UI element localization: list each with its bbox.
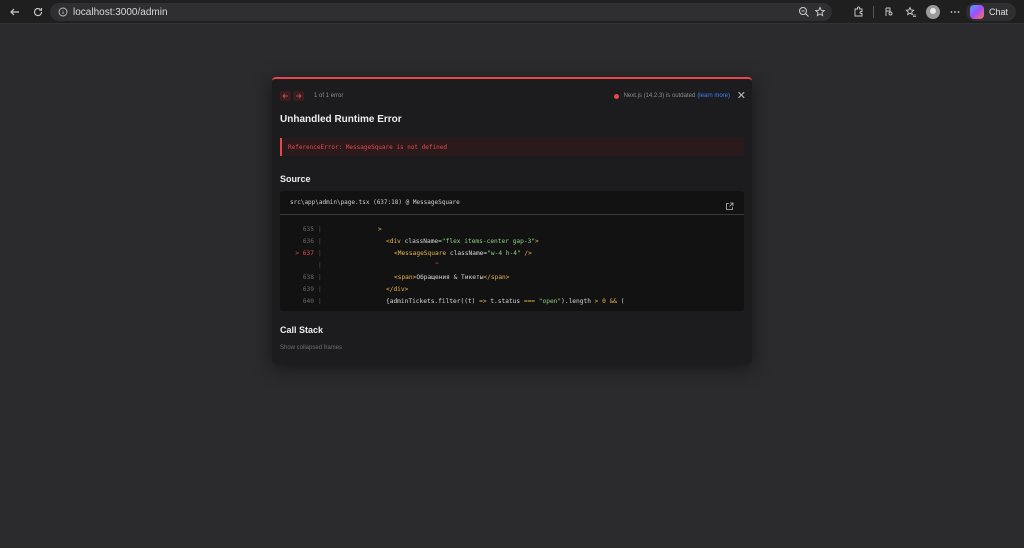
reload-button[interactable] [27,1,49,23]
code-line-highlighted: > 637 | <MessageSquare className="w-4 h-4… [280,247,744,259]
line-number: 639 [302,285,314,293]
previous-error-button[interactable] [280,91,291,101]
code-token: > [378,225,382,233]
close-icon[interactable]: ✕ [737,89,746,103]
code-line: 638 | <span>Обращения & Тикеты</span> [280,271,744,283]
code-token: "open" [535,297,562,305]
code-token: t.status [486,297,524,305]
line-number: 638 [302,273,314,281]
zoom-icon[interactable] [798,5,810,23]
status-dot-icon [613,93,619,99]
avatar [925,5,940,19]
copilot-icon [969,5,984,19]
code-token: 0 [598,297,606,305]
code-token: > [535,237,539,245]
toolbar-separator [872,6,874,18]
info-icon [58,7,68,17]
source-path-link[interactable]: src\app\admin\page.tsx (637:18) @ Messag… [290,199,460,206]
code-line: 635 | > [280,223,744,235]
code-line: 639 | </div> [280,283,744,295]
toolbar-right: Chat [847,0,1024,24]
code-token: ( [617,297,625,305]
dialog-header: 1 of 1 error Next.js (14.2.3) is outdate… [280,89,746,103]
line-number: > 637 [295,249,314,257]
code-token: ).length [561,297,595,305]
arrow-left-icon [282,93,288,99]
code-token: className= [400,237,442,245]
code-lines: 635 | > 636 | <div className="flex items-c… [280,223,744,307]
line-number: 640 [302,297,314,305]
error-message: ReferenceError: MessageSquare is not def… [288,143,447,151]
code-token: <MessageSquare [394,249,447,257]
next-error-button[interactable] [293,91,304,101]
browser-toolbar: localhost:3000/admin Chat [0,0,1024,24]
code-token: Обращения & Тикеты [416,273,484,281]
show-collapsed-frames-button[interactable]: Show collapsed frames [280,345,342,351]
error-caret: ^ [435,261,439,269]
code-token: /> [520,249,532,257]
source-heading: Source [280,174,311,184]
profile-button[interactable] [922,1,944,23]
code-line-caret: | ^ [318,261,439,269]
error-overlay-backdrop: 1 of 1 error Next.js (14.2.3) is outdate… [0,24,1024,548]
error-message-box: ReferenceError: MessageSquare is not def… [280,138,744,156]
learn-more-link[interactable]: (learn more) [697,93,730,99]
call-stack-heading: Call Stack [280,325,324,335]
media-icon[interactable] [878,1,900,23]
code-token: </div> [386,285,409,293]
version-text: Next.js (14.2.3) is outdated [623,93,696,99]
code-token: {adminTickets.filter((t) [386,297,480,305]
favorites-icon[interactable] [900,1,922,23]
favorite-star-icon[interactable] [814,5,826,23]
code-token: "w-4 h-4" [487,249,521,257]
code-token: <span> [394,273,417,281]
arrow-right-icon [296,93,302,99]
line-number: 635 [302,225,314,233]
copilot-chat-button[interactable]: Chat [965,3,1016,21]
reload-icon [34,8,43,17]
back-arrow-icon [10,8,19,16]
back-button[interactable] [4,1,26,23]
version-notice: Next.js (14.2.3) is outdated (learn more… [613,89,730,103]
code-token: <div [386,237,401,245]
address-bar[interactable]: localhost:3000/admin [50,3,832,21]
line-number: 636 [302,237,314,245]
url-text: localhost:3000/admin [73,6,168,18]
code-token: "flex items-center gap-3" [441,237,536,245]
error-pager: 1 of 1 error [280,91,343,101]
code-token: && [605,297,618,305]
error-title: Unhandled Runtime Error [280,114,402,125]
code-line: 640 | {adminTickets.filter((t) => t.statu… [280,295,744,307]
more-options-icon[interactable] [944,1,966,23]
code-token: </span> [483,273,510,281]
chat-label: Chat [988,7,1008,17]
runtime-error-dialog: 1 of 1 error Next.js (14.2.3) is outdate… [272,77,752,364]
code-token: => [479,297,487,305]
extensions-icon[interactable] [847,1,869,23]
code-frame-header: src\app\admin\page.tsx (637:18) @ Messag… [280,191,744,215]
code-token: === [523,297,536,305]
open-in-editor-icon[interactable] [725,198,734,216]
code-line: 636 | <div className="flex items-center g… [280,235,744,247]
code-frame: src\app\admin\page.tsx (637:18) @ Messag… [280,191,744,311]
error-count: 1 of 1 error [314,93,344,99]
code-token: className= [446,249,488,257]
